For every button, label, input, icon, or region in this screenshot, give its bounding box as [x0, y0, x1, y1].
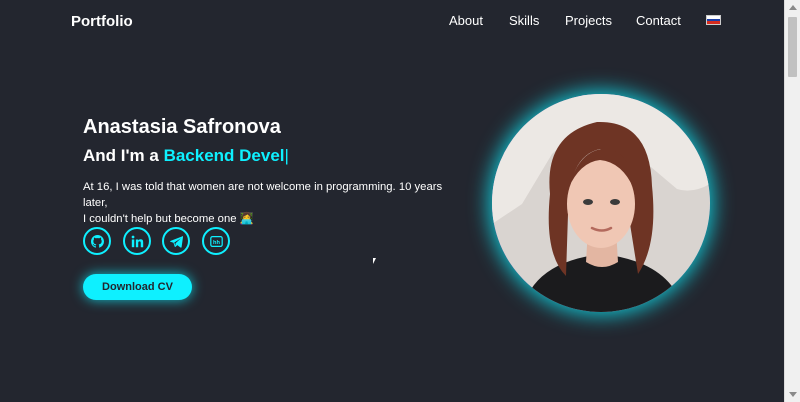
- role-typed-text: Backend Devel: [163, 146, 285, 165]
- logo[interactable]: Portfolio: [71, 13, 133, 30]
- hero-role: And I'm a Backend Devel|: [83, 146, 289, 166]
- scroll-up-arrow-icon[interactable]: [789, 5, 797, 10]
- github-icon: [90, 234, 104, 248]
- russian-flag-icon[interactable]: [706, 15, 721, 25]
- scrollbar[interactable]: [784, 0, 800, 402]
- hero-name: Anastasia Safronova: [83, 116, 281, 138]
- telegram-icon: [169, 235, 183, 248]
- scroll-thumb[interactable]: [788, 17, 797, 77]
- linkedin-link[interactable]: [123, 227, 151, 255]
- nav-skills[interactable]: Skills: [509, 13, 539, 28]
- hh-icon-text: hh: [213, 239, 220, 245]
- typing-caret: |: [284, 146, 289, 165]
- role-prefix: And I'm a: [83, 146, 159, 165]
- github-link[interactable]: [83, 227, 111, 255]
- telegram-link[interactable]: [162, 227, 190, 255]
- nav-about[interactable]: About: [449, 13, 483, 28]
- scroll-down-arrow-icon[interactable]: [789, 392, 797, 397]
- nav-contact[interactable]: Contact: [636, 13, 681, 28]
- hero-intro: At 16, I was told that women are not wel…: [83, 179, 468, 227]
- navbar: Portfolio About Skills Projects Contact: [0, 0, 784, 42]
- hh-link[interactable]: hh: [202, 227, 230, 255]
- linkedin-icon: [131, 235, 143, 247]
- hh-icon: hh: [209, 235, 223, 247]
- intro-line-2: I couldn't help but become one 👩‍💻: [83, 213, 254, 225]
- nav-projects[interactable]: Projects: [565, 13, 612, 28]
- intro-line-1: At 16, I was told that women are not wel…: [83, 181, 443, 209]
- mouse-cursor: [373, 258, 376, 264]
- avatar: [492, 94, 710, 312]
- download-cv-button[interactable]: Download CV: [83, 274, 192, 300]
- profile-photo: [492, 94, 710, 312]
